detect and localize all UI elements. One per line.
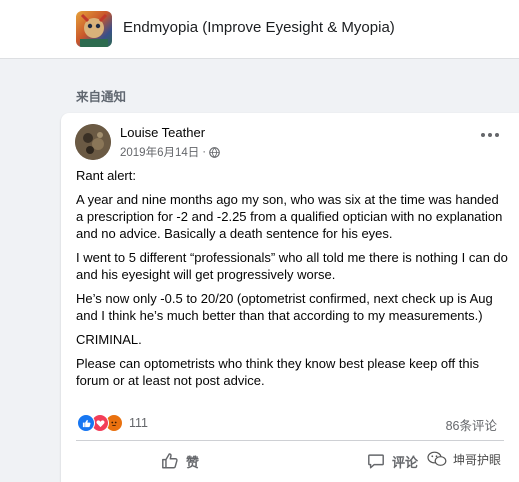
thumbs-up-icon xyxy=(162,453,178,469)
comment-icon xyxy=(368,454,384,469)
comment-button-label: 评论 xyxy=(392,454,419,470)
post-paragraph: Rant alert: xyxy=(76,168,136,183)
like-button-label: 赞 xyxy=(186,454,200,470)
post-paragraph: CRIMINAL. xyxy=(76,332,142,347)
group-avatar[interactable] xyxy=(76,11,112,47)
wechat-icon xyxy=(427,451,447,466)
post-body: Rant alert: A year and nine months ago m… xyxy=(76,167,508,396)
comment-button[interactable]: 评论 xyxy=(367,451,418,471)
like-icon xyxy=(77,414,95,432)
post-paragraph: I went to 5 different “professionals” wh… xyxy=(76,250,508,282)
post-meta: 2019年6月14日 · xyxy=(120,144,220,160)
author-avatar[interactable] xyxy=(75,124,111,160)
author-name[interactable]: Louise Teather xyxy=(120,125,205,140)
watermark-text: 坤哥护眼 xyxy=(453,452,502,467)
section-label: 来自通知 xyxy=(76,90,127,104)
group-name[interactable]: Endmyopia (Improve Eyesight & Myopia) xyxy=(123,19,395,36)
reaction-count: 111 xyxy=(129,416,149,430)
actions-divider xyxy=(76,440,504,441)
globe-icon xyxy=(209,146,220,158)
like-button[interactable]: 赞 xyxy=(161,451,199,471)
post-paragraph: He’s now only -0.5 to 20/20 (optometrist… xyxy=(76,291,493,323)
post-paragraph: Please can optometrists who think they k… xyxy=(76,356,479,388)
post-date[interactable]: 2019年6月14日 xyxy=(120,144,199,160)
watermark: 坤哥护眼 xyxy=(427,449,501,469)
group-header: Endmyopia (Improve Eyesight & Myopia) xyxy=(0,0,519,59)
meta-separator: · xyxy=(202,146,207,158)
post-card: Louise Teather 2019年6月14日 · Rant alert: … xyxy=(61,113,519,482)
comment-count[interactable]: 86条评论 xyxy=(446,415,497,434)
more-options-icon[interactable] xyxy=(481,132,499,138)
post-paragraph: A year and nine months ago my son, who w… xyxy=(76,192,503,241)
reactions-summary[interactable]: 111 xyxy=(77,414,148,432)
